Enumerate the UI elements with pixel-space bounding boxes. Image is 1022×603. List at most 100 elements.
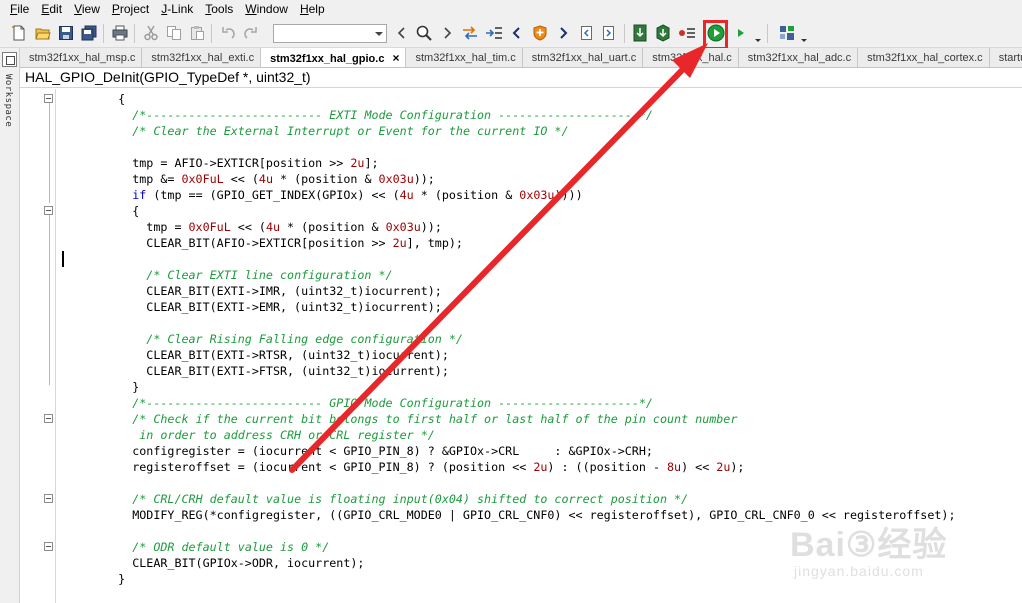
menu-edit[interactable]: Edit [35,0,68,19]
toolbar-separator [134,24,135,43]
fold-toggle-icon[interactable] [44,414,53,423]
tab-label: stm32f1xx_hal_uart.c [531,52,637,64]
tab[interactable]: stm32f1xx_hal_adc.c [739,48,859,67]
tab[interactable]: stm32f1xx_hal_uart.c [523,48,644,67]
menu-view[interactable]: View [68,0,106,19]
copy-icon[interactable] [164,23,184,43]
toolbar-separator [624,24,625,43]
open-folder-icon[interactable] [33,23,53,43]
menu-help[interactable]: Help [294,0,331,19]
tab-label: stm32f1xx_hal_cortex.c [867,52,983,64]
tab[interactable]: stm32f1xx_hal_msp.c [20,48,143,67]
prev-file-icon[interactable] [576,23,596,43]
gutter-divider [55,89,56,603]
undo-icon[interactable] [218,23,238,43]
find-next-icon[interactable] [437,23,457,43]
run-button-highlight [703,20,728,50]
code-line: CLEAR_BIT(EXTI->FTSR, (uint32_t)iocurren… [90,364,449,378]
workspace-sidebar: Workspace [0,48,20,603]
workspace-label[interactable]: Workspace [3,74,13,127]
nav-forward-icon[interactable] [553,23,573,43]
save-all-icon[interactable] [79,23,99,43]
tab[interactable]: stm32f1xx_hal.c [643,48,739,67]
code-line: } [90,380,140,394]
tab[interactable]: stm32f1xx_hal_exti.c [142,48,262,67]
tab[interactable]: stm32f1xx_hal_tim.c [406,48,523,67]
toolbar-separator [211,24,212,43]
fold-guide [49,215,50,385]
code-line: { [90,204,140,218]
toggle-bookmark-icon[interactable] [460,23,480,43]
toolbar-separator [767,24,768,43]
tab-active[interactable]: stm32f1xx_hal_gpio.c × [261,48,407,67]
code-line: CLEAR_BIT(AFIO->EXTICR[position >> 2u], … [90,236,463,250]
menu-j-link[interactable]: J-Link [155,0,199,19]
code-line: /*------------------------- EXTI Mode Co… [132,108,653,122]
menu-window[interactable]: Window [239,0,294,19]
project-icon[interactable] [777,23,797,43]
code-line: /* Clear Rising Falling edge configurati… [146,332,463,346]
tab[interactable]: stm32f1xx_hal_cortex.c [858,48,990,67]
fold-toggle-icon[interactable] [44,206,53,215]
download-icon[interactable] [630,23,650,43]
code-text[interactable]: { /*------------------------- EXTI Mode … [90,91,956,587]
watermark-brand: Bai③经验 [790,526,948,564]
editor-tabs: stm32f1xx_hal_msp.c stm32f1xx_hal_exti.c s… [20,48,1022,68]
paste-icon[interactable] [187,23,207,43]
run-icon[interactable] [730,23,750,43]
code-line: { [90,92,126,106]
disasm-icon[interactable] [677,23,697,43]
menu-project[interactable]: Project [106,0,155,19]
code-line: CLEAR_BIT(EXTI->IMR, (uint32_t)iocurrent… [90,284,442,298]
close-icon[interactable]: × [392,51,399,65]
tab-label: stm32f1xx_hal_gpio.c [270,53,385,65]
chevron-down-icon [375,32,383,36]
toolbar [0,19,1022,48]
menu-file[interactable]: File [4,0,35,19]
toolbar-separator [103,24,104,43]
watermark-url: jingyan.baidu.com [794,563,924,579]
fold-toggle-icon[interactable] [44,494,53,503]
code-line: /* Clear EXTI line configuration */ [146,268,393,282]
function-signature[interactable]: HAL_GPIO_DeInit(GPIO_TypeDef *, uint32_t… [20,68,1022,88]
tab-label: stm32f1xx_hal_msp.c [29,52,136,64]
baidu-watermark: Bai③经验 jingyan.baidu.com [790,517,1018,597]
project-dropdown-icon[interactable] [800,25,808,45]
fold-guide [49,103,50,203]
tab-label: stm32f1xx_hal_exti.c [151,52,255,64]
menu-tools[interactable]: Tools [199,0,239,19]
code-line: if (tmp == (GPIO_GET_INDEX(GPIOx) << (4u… [132,188,583,202]
insert-breakpoint-icon[interactable] [530,23,550,43]
tab-label: stm32f1xx_hal_tim.c [415,52,516,64]
workspace-icon[interactable] [2,52,17,67]
new-file-icon[interactable] [9,23,29,43]
code-line: /* Clear the External Interrupt or Event… [132,124,569,138]
code-line: tmp = AFIO->EXTICR[position >> 2u]; [90,156,379,170]
code-line: CLEAR_BIT(EXTI->EMR, (uint32_t)iocurrent… [90,300,442,314]
code-line: in order to address CRH or CRL register … [90,428,435,442]
code-line: /* Check if the current bit belongs to f… [132,412,738,426]
tab-label: stm32f1xx_hal.c [652,52,732,64]
fold-toggle-icon[interactable] [44,542,53,551]
code-line: configregister = (iocurrent < GPIO_PIN_8… [90,444,653,458]
search-icon[interactable] [414,23,434,43]
tab[interactable]: startup_s [990,48,1022,67]
print-icon[interactable] [110,23,130,43]
nav-back-icon[interactable] [507,23,527,43]
code-line: /*------------------------- GPIO Mode Co… [132,396,653,410]
tab-label: stm32f1xx_hal_adc.c [747,52,852,64]
next-file-icon[interactable] [599,23,619,43]
find-combo[interactable] [273,24,387,43]
fold-toggle-icon[interactable] [44,94,53,103]
goto-icon[interactable] [484,23,504,43]
cut-icon[interactable] [141,23,161,43]
download-debug-icon[interactable] [653,23,673,43]
run-dropdown-icon[interactable] [754,25,762,45]
find-prev-icon[interactable] [392,23,412,43]
save-icon[interactable] [56,23,76,43]
tab-label: startup_s [998,52,1022,64]
redo-icon[interactable] [241,23,261,43]
